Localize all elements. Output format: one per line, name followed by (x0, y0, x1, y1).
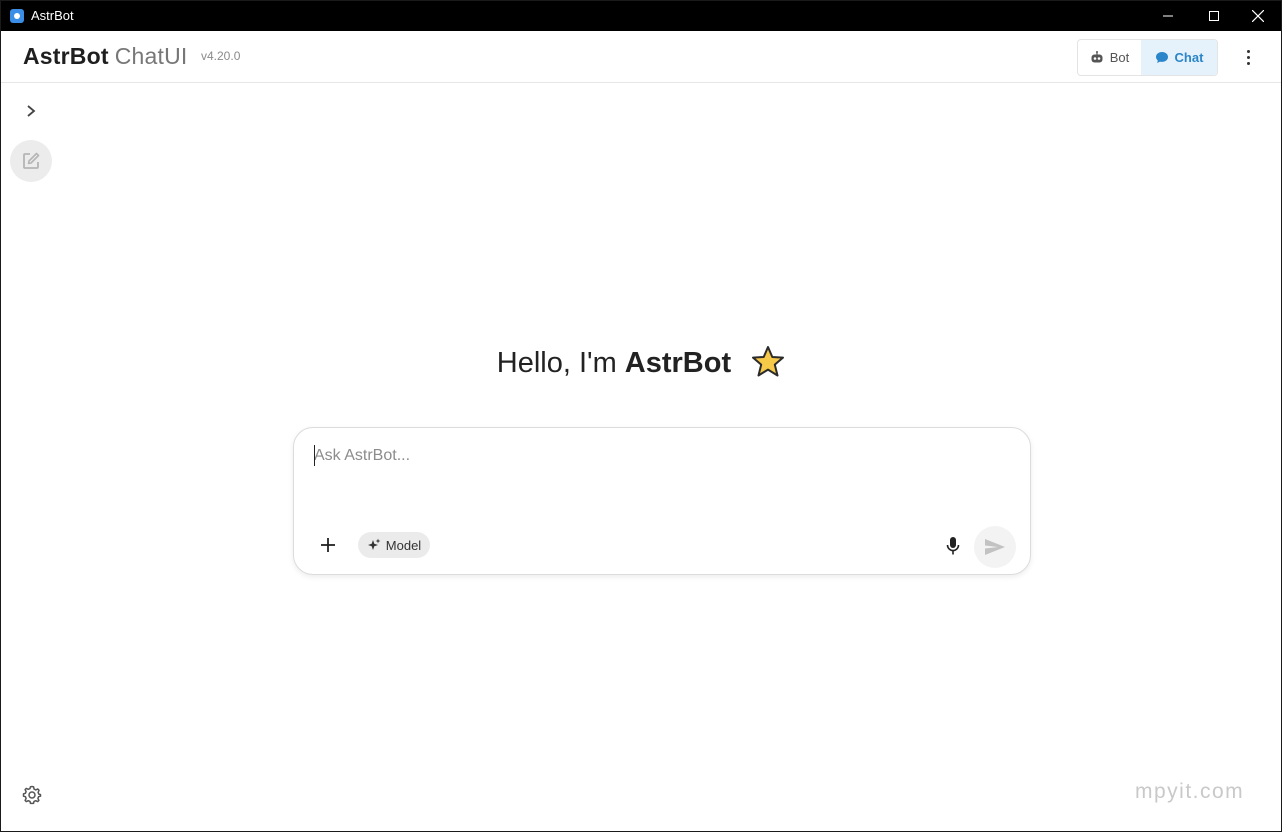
greeting-prefix: Hello, I'm (496, 347, 625, 379)
chat-bubble-icon (1155, 52, 1168, 63)
plus-icon (321, 538, 335, 552)
greeting-name: AstrBot (624, 347, 732, 379)
settings-button[interactable] (21, 784, 43, 806)
chevron-right-icon (27, 105, 36, 117)
app-header: AstrBot ChatUI v4.20.0 Bot Chat (1, 31, 1281, 83)
model-label: Model (385, 537, 422, 553)
close-icon (1252, 10, 1264, 22)
mode-chat-label: Chat (1174, 50, 1204, 65)
edit-icon (23, 152, 40, 169)
minimize-icon (1163, 15, 1173, 17)
add-attachment-button[interactable] (316, 533, 340, 557)
maximize-button[interactable] (1191, 1, 1237, 31)
voice-input-button[interactable] (941, 534, 965, 558)
model-selector-button[interactable]: Model (358, 532, 430, 558)
expand-sidebar-button[interactable] (21, 101, 41, 121)
microphone-icon (946, 537, 960, 555)
brand-light: ChatUI (114, 43, 188, 69)
mode-bot-button[interactable]: Bot (1078, 40, 1141, 75)
app-logo-icon (10, 9, 24, 23)
version-label: v4.20.0 (201, 49, 241, 63)
minimize-button[interactable] (1145, 1, 1191, 31)
mode-bot-label: Bot (1109, 50, 1130, 65)
brand-bold: AstrBot (23, 43, 109, 69)
title-bar[interactable]: AstrBot (1, 1, 1281, 31)
chat-input[interactable] (314, 444, 1004, 468)
star-icon (752, 345, 785, 377)
mode-switch: Bot Chat (1077, 39, 1218, 76)
app-window: AstrBot AstrBot ChatUI v4.20.0 Bot Chat … (0, 0, 1282, 832)
text-caret (314, 445, 315, 466)
send-button[interactable] (974, 526, 1016, 568)
mode-chat-button[interactable]: Chat (1141, 40, 1217, 75)
maximize-icon (1209, 11, 1219, 21)
welcome-greeting: Hello, I'm AstrBot (1, 345, 1281, 380)
window-title: AstrBot (31, 8, 74, 23)
more-menu-icon[interactable] (1238, 46, 1258, 68)
send-icon (985, 539, 1005, 555)
sparkle-icon (367, 538, 381, 550)
chat-composer: Model (293, 427, 1031, 575)
new-chat-button[interactable] (10, 140, 52, 182)
robot-icon (1091, 51, 1103, 63)
watermark-text: mpyit.com (1135, 780, 1245, 803)
brand-title: AstrBot ChatUI (23, 43, 188, 70)
close-button[interactable] (1235, 1, 1281, 31)
gear-icon (22, 785, 42, 805)
